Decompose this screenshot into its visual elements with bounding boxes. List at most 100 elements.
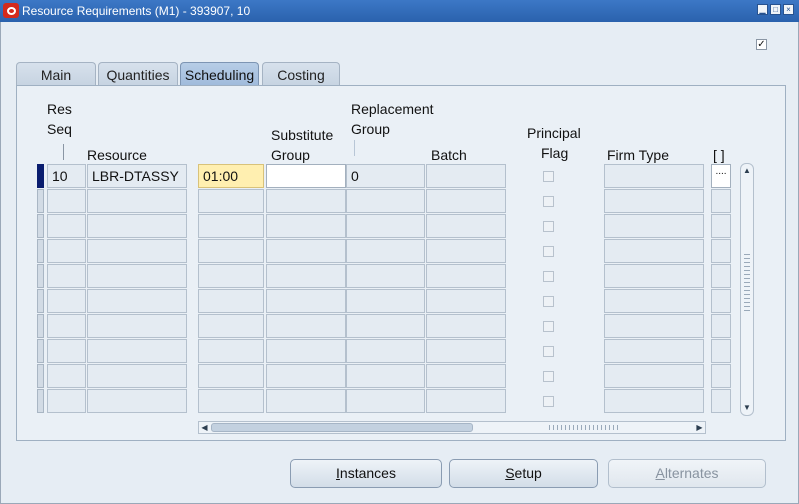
time-cell[interactable] bbox=[198, 389, 264, 413]
header-checkbox[interactable]: ✓ bbox=[756, 39, 767, 50]
row-indicator[interactable] bbox=[37, 339, 44, 363]
scroll-down-icon[interactable]: ▼ bbox=[741, 402, 753, 414]
replacement-group-cell[interactable] bbox=[346, 339, 425, 363]
scroll-grip[interactable] bbox=[744, 254, 750, 314]
more-cell[interactable] bbox=[711, 339, 731, 363]
substitute-group-cell[interactable] bbox=[266, 289, 346, 313]
tab-quantities[interactable]: Quantities bbox=[98, 62, 178, 86]
resource-cell[interactable] bbox=[87, 314, 187, 338]
horizontal-scroll-thumb[interactable] bbox=[211, 423, 473, 432]
tab-costing[interactable]: Costing bbox=[262, 62, 340, 86]
res-seq-cell[interactable] bbox=[47, 289, 86, 313]
more-cell[interactable]: .... bbox=[711, 164, 731, 188]
oracle-app-icon[interactable] bbox=[3, 3, 19, 18]
principal-flag-checkbox[interactable] bbox=[543, 346, 554, 357]
res-seq-cell[interactable] bbox=[47, 389, 86, 413]
substitute-group-cell[interactable] bbox=[266, 389, 346, 413]
resource-cell[interactable] bbox=[87, 289, 187, 313]
principal-flag-checkbox[interactable] bbox=[543, 196, 554, 207]
res-seq-cell[interactable] bbox=[47, 214, 86, 238]
res-seq-cell[interactable] bbox=[47, 364, 86, 388]
replacement-group-cell[interactable] bbox=[346, 364, 425, 388]
firm-type-cell[interactable] bbox=[604, 164, 704, 188]
row-indicator[interactable] bbox=[37, 389, 44, 413]
scroll-left-icon[interactable]: ◀ bbox=[199, 422, 210, 433]
resource-cell[interactable] bbox=[87, 389, 187, 413]
firm-type-cell[interactable] bbox=[604, 264, 704, 288]
replacement-group-cell[interactable]: 0 bbox=[346, 164, 425, 188]
batch-cell[interactable] bbox=[426, 339, 506, 363]
principal-flag-checkbox[interactable] bbox=[543, 321, 554, 332]
batch-cell[interactable] bbox=[426, 214, 506, 238]
time-cell[interactable] bbox=[198, 189, 264, 213]
firm-type-cell[interactable] bbox=[604, 289, 704, 313]
batch-cell[interactable] bbox=[426, 239, 506, 263]
res-seq-cell[interactable]: 10 bbox=[47, 164, 86, 188]
tab-scheduling[interactable]: Scheduling bbox=[180, 62, 259, 86]
principal-flag-checkbox[interactable] bbox=[543, 296, 554, 307]
batch-cell[interactable] bbox=[426, 289, 506, 313]
horizontal-scrollbar[interactable]: ◀ ▶ bbox=[198, 421, 706, 434]
batch-cell[interactable] bbox=[426, 314, 506, 338]
batch-cell[interactable] bbox=[426, 364, 506, 388]
time-cell[interactable]: 01:00 bbox=[198, 164, 264, 188]
replacement-group-cell[interactable] bbox=[346, 289, 425, 313]
row-indicator[interactable] bbox=[37, 214, 44, 238]
more-cell[interactable] bbox=[711, 364, 731, 388]
more-cell[interactable] bbox=[711, 189, 731, 213]
principal-flag-checkbox[interactable] bbox=[543, 221, 554, 232]
resource-cell[interactable] bbox=[87, 339, 187, 363]
more-cell[interactable] bbox=[711, 314, 731, 338]
substitute-group-cell[interactable] bbox=[266, 214, 346, 238]
firm-type-cell[interactable] bbox=[604, 314, 704, 338]
minimize-button[interactable]: ▁ bbox=[757, 4, 768, 15]
more-cell[interactable] bbox=[711, 264, 731, 288]
row-indicator[interactable] bbox=[37, 289, 44, 313]
resource-cell[interactable]: LBR-DTASSY bbox=[87, 164, 187, 188]
more-cell[interactable] bbox=[711, 214, 731, 238]
batch-cell[interactable] bbox=[426, 264, 506, 288]
alternates-button[interactable]: Alternates bbox=[608, 459, 766, 488]
substitute-group-cell[interactable] bbox=[266, 239, 346, 263]
batch-cell[interactable] bbox=[426, 189, 506, 213]
instances-button[interactable]: Instances bbox=[290, 459, 442, 488]
resource-cell[interactable] bbox=[87, 239, 187, 263]
row-indicator[interactable] bbox=[37, 239, 44, 263]
principal-flag-checkbox[interactable] bbox=[543, 171, 554, 182]
substitute-group-cell[interactable] bbox=[266, 164, 346, 188]
substitute-group-cell[interactable] bbox=[266, 339, 346, 363]
more-cell[interactable] bbox=[711, 239, 731, 263]
time-cell[interactable] bbox=[198, 239, 264, 263]
firm-type-cell[interactable] bbox=[604, 189, 704, 213]
row-indicator[interactable] bbox=[37, 314, 44, 338]
close-button[interactable]: × bbox=[783, 4, 794, 15]
time-cell[interactable] bbox=[198, 214, 264, 238]
row-indicator[interactable] bbox=[37, 264, 44, 288]
row-indicator[interactable] bbox=[37, 189, 44, 213]
more-cell[interactable] bbox=[711, 289, 731, 313]
replacement-group-cell[interactable] bbox=[346, 314, 425, 338]
time-cell[interactable] bbox=[198, 339, 264, 363]
firm-type-cell[interactable] bbox=[604, 364, 704, 388]
scroll-right-icon[interactable]: ▶ bbox=[694, 422, 705, 433]
more-cell[interactable] bbox=[711, 389, 731, 413]
principal-flag-checkbox[interactable] bbox=[543, 271, 554, 282]
batch-cell[interactable] bbox=[426, 164, 506, 188]
replacement-group-cell[interactable] bbox=[346, 389, 425, 413]
firm-type-cell[interactable] bbox=[604, 339, 704, 363]
time-cell[interactable] bbox=[198, 264, 264, 288]
replacement-group-cell[interactable] bbox=[346, 239, 425, 263]
res-seq-cell[interactable] bbox=[47, 314, 86, 338]
firm-type-cell[interactable] bbox=[604, 239, 704, 263]
time-cell[interactable] bbox=[198, 364, 264, 388]
tab-main[interactable]: Main bbox=[16, 62, 96, 86]
resource-cell[interactable] bbox=[87, 364, 187, 388]
substitute-group-cell[interactable] bbox=[266, 314, 346, 338]
firm-type-cell[interactable] bbox=[604, 389, 704, 413]
time-cell[interactable] bbox=[198, 314, 264, 338]
res-seq-cell[interactable] bbox=[47, 264, 86, 288]
principal-flag-checkbox[interactable] bbox=[543, 246, 554, 257]
row-indicator[interactable] bbox=[37, 164, 44, 188]
maximize-button[interactable]: □ bbox=[770, 4, 781, 15]
setup-button[interactable]: Setup bbox=[449, 459, 598, 488]
